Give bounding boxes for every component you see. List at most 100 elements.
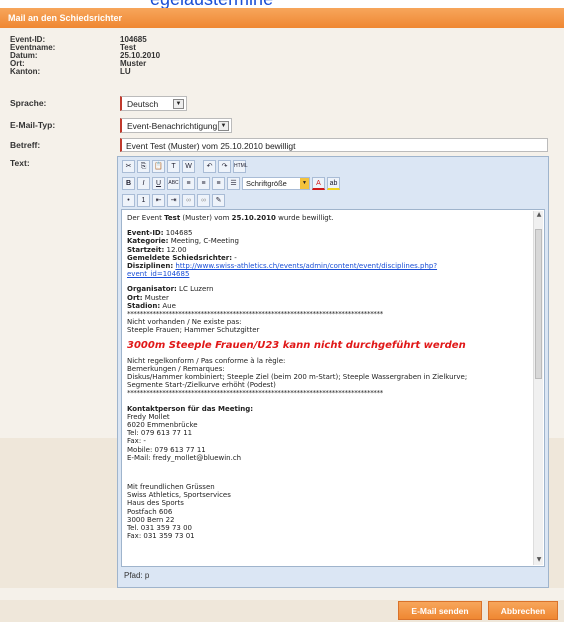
body-line: Stadion: Aue — [127, 302, 530, 310]
redo-icon[interactable]: ↷ — [218, 160, 231, 173]
cleanup-icon[interactable]: ✎ — [212, 194, 225, 207]
scroll-down-icon[interactable]: ▼ — [534, 556, 544, 565]
body-line: Bemerkungen / Remarques: — [127, 364, 225, 373]
body-line: Fax: - — [127, 437, 146, 446]
outdent-icon[interactable]: ⇤ — [152, 194, 165, 207]
body-line: Disziplinen: http://www.swiss-athletics.… — [127, 262, 530, 270]
kanton-label: Kanton: — [10, 67, 41, 76]
undo-icon[interactable]: ↶ — [203, 160, 216, 173]
dialog-title: Mail an den Schiedsrichter — [0, 8, 564, 28]
italic-icon[interactable]: I — [137, 177, 150, 190]
toolbar-separator — [197, 160, 201, 174]
bullet-list-icon[interactable]: • — [122, 194, 135, 207]
body-bold: Organisator: — [127, 285, 177, 294]
text-color-icon[interactable]: A — [312, 177, 325, 190]
numbered-list-icon[interactable]: 1 — [137, 194, 150, 207]
chevron-down-icon[interactable]: ▼ — [173, 99, 184, 109]
body-bold: Startzeit: — [127, 245, 165, 254]
body-bold: Kontaktperson für das Meeting: — [127, 404, 254, 413]
toolbar-row-1: ✂ ⎘ 📋 T W ↶ ↷ HTML — [122, 160, 248, 174]
body-text: (Muster) vom — [180, 214, 232, 222]
body-bold: Kategorie: — [127, 237, 169, 246]
body-text: Aue — [160, 301, 176, 310]
body-bold: Event-ID: — [127, 229, 164, 238]
mailtyp-select[interactable]: Event-Benachrichtigung ▼ — [120, 118, 232, 133]
editor-path: Pfad: p — [124, 571, 150, 580]
sprache-select[interactable]: Deutsch ▼ — [120, 96, 187, 111]
body-text: 12.00 — [164, 245, 187, 254]
copy-icon[interactable]: ⎘ — [137, 160, 150, 173]
underline-icon[interactable]: U — [152, 177, 165, 190]
toolbar-row-2: B I U ABC ≡ ≡ ≡ ☰ Schriftgröße ▼ A ab — [122, 177, 340, 191]
paste-text-icon[interactable]: T — [167, 160, 180, 173]
datum-label: Datum: — [10, 51, 38, 60]
body-line: Kategorie: Meeting, C-Meeting — [127, 237, 530, 245]
mailtyp-label: E-Mail-Typ: — [10, 120, 56, 130]
background-link-text[interactable]: egelaustermine — [150, 0, 273, 8]
align-center-icon[interactable]: ≡ — [197, 177, 210, 190]
body-line: Nicht vorhanden / Ne existe pas: — [127, 318, 242, 327]
body-gap — [127, 278, 530, 285]
warning-heading: 3000m Steeple Frauen/U23 kann nicht durc… — [127, 339, 466, 351]
send-email-button[interactable]: E-Mail senden — [398, 601, 482, 620]
sprache-label: Sprache: — [10, 98, 47, 108]
cut-icon[interactable]: ✂ — [122, 160, 135, 173]
body-text: Muster — [142, 293, 169, 302]
toolbar-row-3: • 1 ⇤ ⇥ ∞ ∞ ✎ — [122, 194, 225, 208]
event-info: Event-ID: 104685 Eventname: Test Datum: 25.… — [10, 36, 160, 76]
separator-stars: ****************************************… — [127, 389, 384, 398]
body-line: Startzeit: 12.00 — [127, 246, 530, 254]
betreff-input[interactable]: Event Test (Muster) vom 25.10.2010 bewil… — [120, 138, 548, 152]
editor-scrollbar[interactable]: ▲ ▼ — [533, 211, 543, 565]
scroll-up-icon[interactable]: ▲ — [534, 211, 544, 220]
body-line: Diskus/Hammer kombiniert; Steeple Ziel (… — [127, 373, 468, 382]
cancel-button[interactable]: Abbrechen — [488, 601, 558, 620]
align-right-icon[interactable]: ≡ — [212, 177, 225, 190]
disziplinen-link[interactable]: http://www.swiss-athletics.ch/events/adm… — [175, 262, 437, 270]
chevron-down-icon[interactable]: ▼ — [300, 178, 309, 189]
chevron-down-icon[interactable]: ▼ — [218, 121, 229, 131]
betreff-label: Betreff: — [10, 140, 41, 150]
separator-stars: ****************************************… — [127, 310, 384, 319]
body-line: Ort: Muster — [127, 294, 530, 302]
body-gap — [127, 462, 530, 469]
body-gap — [127, 222, 530, 229]
font-size-select[interactable]: Schriftgröße ▼ — [242, 177, 310, 190]
body-line: Tel. 031 359 73 00 — [127, 524, 192, 533]
body-text: Meeting, C-Meeting — [168, 237, 240, 246]
body-line: Steeple Frauen; Hammer Schutzgitter — [127, 326, 260, 335]
body-line: Organisator: LC Luzern — [127, 285, 530, 293]
editor-content[interactable]: Der Event Test (Muster) vom 25.10.2010 w… — [121, 209, 545, 567]
align-left-icon[interactable]: ≡ — [182, 177, 195, 190]
unlink-icon[interactable]: ∞ — [197, 194, 210, 207]
body-bold: Gemeldete Schiedsrichter: — [127, 253, 233, 262]
strikethrough-icon[interactable]: ABC — [167, 177, 180, 190]
background-page-link[interactable]: egelaustermine — [0, 0, 564, 8]
body-text: wurde bewilligt. — [275, 214, 334, 222]
event-info-row: Kanton: LU — [10, 68, 160, 76]
scroll-thumb[interactable] — [535, 229, 542, 379]
link-icon[interactable]: ∞ — [182, 194, 195, 207]
body-bold: Stadion: — [127, 301, 161, 310]
body-line: Fredy Mollet — [127, 412, 170, 421]
body-line: Der Event Test (Muster) vom 25.10.2010 w… — [127, 214, 530, 222]
body-line: 6020 Emmenbrücke — [127, 421, 198, 430]
html-source-icon[interactable]: HTML — [233, 160, 248, 173]
body-bold: Ort: — [127, 293, 143, 302]
indent-icon[interactable]: ⇥ — [167, 194, 180, 207]
body-line: Haus des Sports — [127, 499, 184, 508]
disziplinen-link[interactable]: event_id=104685 — [127, 270, 189, 278]
paste-icon[interactable]: 📋 — [152, 160, 165, 173]
bold-icon[interactable]: B — [122, 177, 135, 190]
align-justify-icon[interactable]: ☰ — [227, 177, 240, 190]
body-line: Swiss Athletics, Sportservices — [127, 491, 231, 500]
body-bold: Test — [164, 214, 181, 222]
paste-word-icon[interactable]: W — [182, 160, 195, 173]
body-line: Segmente Start-/Zielkurve erhöht (Podest… — [127, 381, 276, 390]
body-gap — [127, 398, 530, 405]
body-gap — [127, 469, 530, 476]
highlight-color-icon[interactable]: ab — [327, 177, 340, 190]
body-line: Nicht regelkonform / Pas conforme à la r… — [127, 356, 286, 365]
sprache-value: Deutsch — [127, 99, 159, 109]
body-line: E-Mail: fredy_mollet@bluewin.ch — [127, 453, 242, 462]
